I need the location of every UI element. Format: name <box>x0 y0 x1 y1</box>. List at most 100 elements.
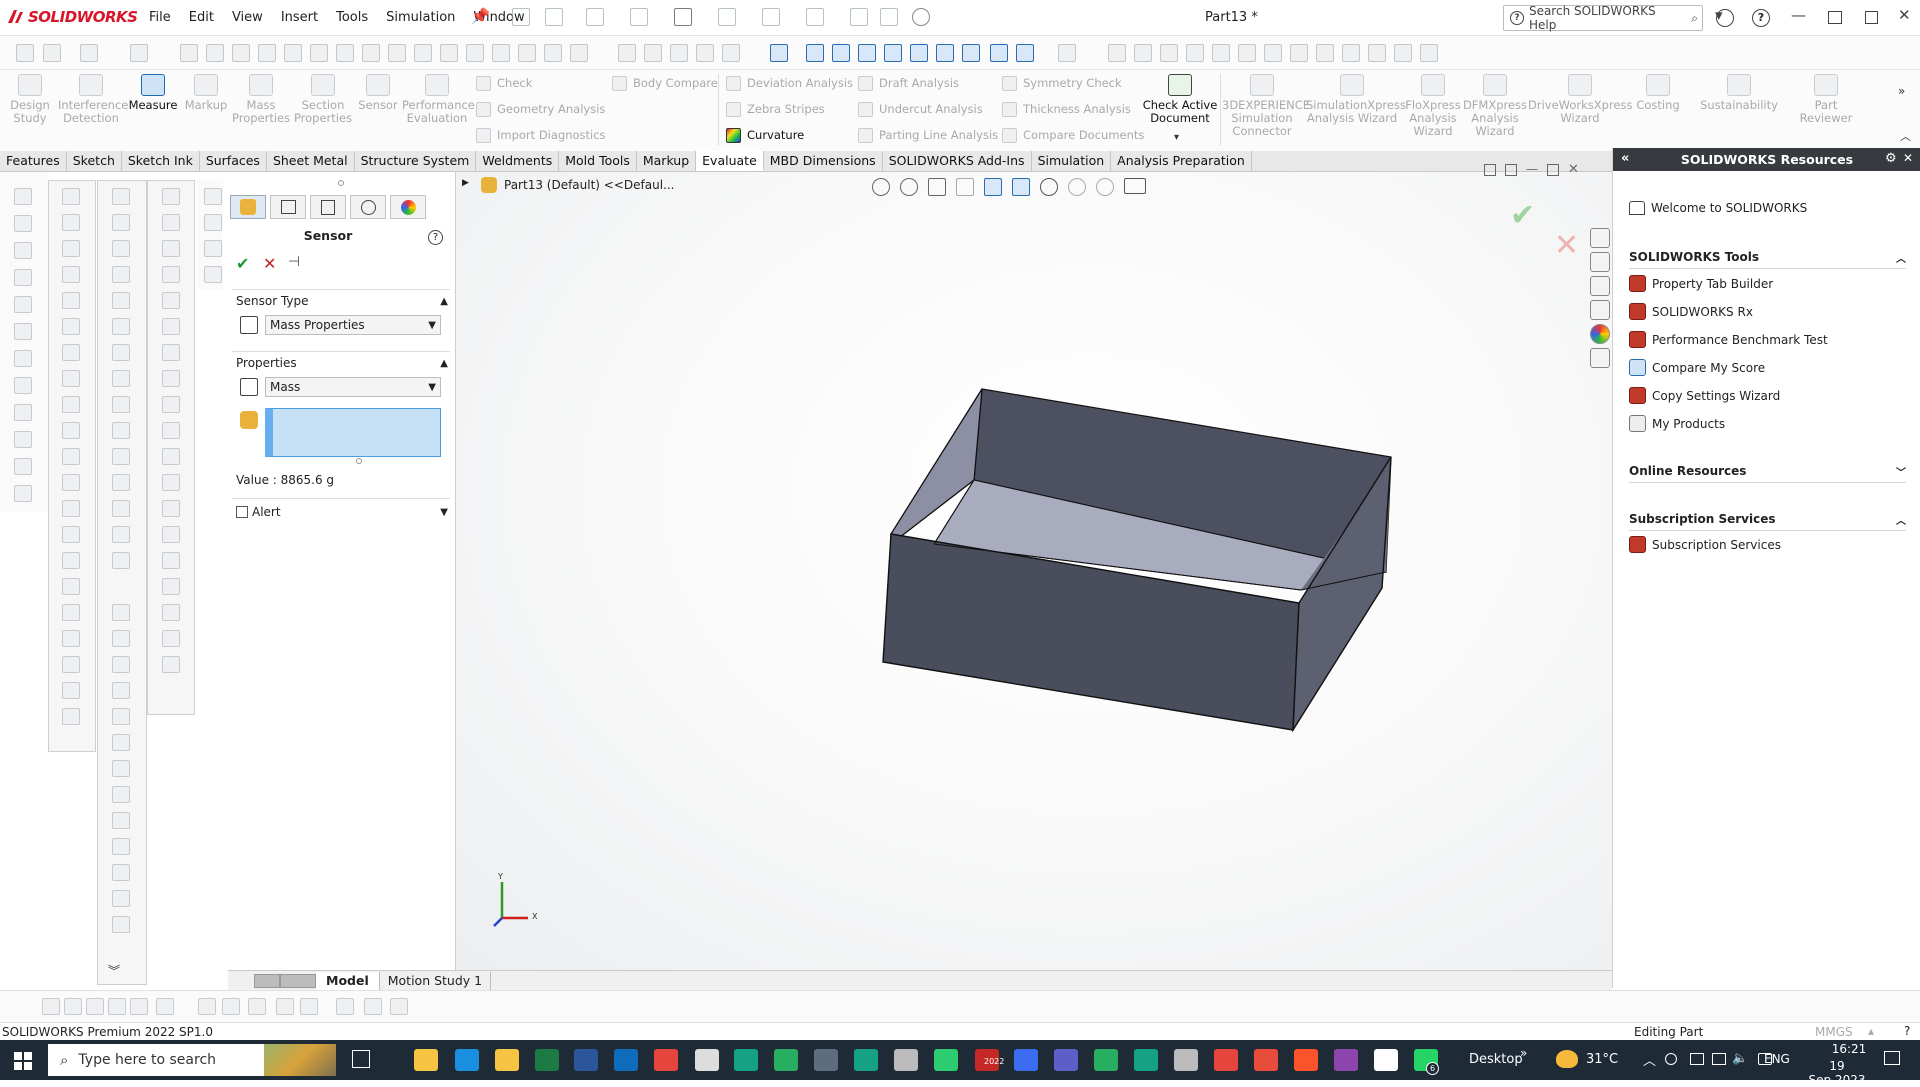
app-icon[interactable] <box>934 1049 958 1071</box>
clock-time[interactable]: 16:21 <box>1818 1042 1880 1056</box>
sustainability-button[interactable]: Sustainability <box>1698 74 1780 112</box>
autocad-icon[interactable] <box>734 1049 758 1071</box>
view-top-icon[interactable] <box>910 44 928 62</box>
section-properties-button[interactable]: Section Properties <box>292 74 354 125</box>
tool-icon[interactable] <box>112 292 130 309</box>
restore-panels-icon[interactable] <box>1828 11 1842 24</box>
solidworks-logo[interactable]: SOLIDWORKS <box>6 8 138 26</box>
help-circle-icon[interactable]: ? <box>1752 9 1770 27</box>
view-left-icon[interactable] <box>858 44 876 62</box>
teams-icon[interactable] <box>1054 1049 1078 1071</box>
toolbar-icon[interactable] <box>1160 44 1178 62</box>
help-search-box[interactable]: ? Search SOLIDWORKS Help ⌕ <box>1503 4 1703 32</box>
menu-view[interactable]: View <box>223 10 272 25</box>
tool-icon[interactable] <box>162 240 180 257</box>
tool-icon[interactable] <box>14 431 32 448</box>
toolbar-icon[interactable] <box>1342 44 1360 62</box>
tool-icon[interactable] <box>62 396 80 413</box>
tool-icon[interactable] <box>62 370 80 387</box>
normal-to-icon[interactable] <box>770 44 788 62</box>
toolbar-icon[interactable] <box>16 44 34 62</box>
tool-icon[interactable] <box>112 318 130 335</box>
tool-icon[interactable] <box>162 370 180 387</box>
view-right-icon[interactable] <box>884 44 902 62</box>
toolbar-icon[interactable] <box>336 44 354 62</box>
view-front-icon[interactable] <box>806 44 824 62</box>
excel-icon[interactable] <box>535 1049 559 1071</box>
symmetry-check-button[interactable]: Symmetry Check <box>1002 74 1122 92</box>
pdf-icon[interactable] <box>1254 1049 1278 1071</box>
toolbar-icon[interactable] <box>206 44 224 62</box>
sketch-tool-icon[interactable] <box>198 998 216 1015</box>
view-isometric-icon[interactable] <box>962 44 980 62</box>
toolbar-icon[interactable] <box>258 44 276 62</box>
menu-edit[interactable]: Edit <box>180 10 223 25</box>
tool-icon[interactable] <box>112 630 130 647</box>
weather-temperature[interactable]: 31°C <box>1586 1052 1618 1067</box>
chevron-down-icon[interactable]: ▾ <box>1174 132 1179 143</box>
tool-icon[interactable] <box>62 526 80 543</box>
tool-icon[interactable] <box>162 552 180 569</box>
tool-icon[interactable] <box>14 458 32 475</box>
app-icon[interactable] <box>1094 1049 1118 1071</box>
subscription-services-header[interactable]: Subscription Services ︿ <box>1629 512 1906 531</box>
chevron-up-icon[interactable]: ︿ <box>1900 128 1911 144</box>
graphics-area[interactable]: ▶ Part13 (Default) <<Defaul... — ✕ ✔ ✕ Y… <box>456 163 1612 970</box>
sensor-type-dropdown[interactable]: Mass Properties ▼ <box>265 315 441 335</box>
task-pane-custom-properties-icon[interactable] <box>1590 348 1610 368</box>
resource-item[interactable]: Performance Benchmark Test <box>1629 331 1828 348</box>
view-back-icon[interactable] <box>832 44 850 62</box>
resource-item[interactable]: My Products <box>1629 415 1725 432</box>
performance-evaluation-button[interactable]: Performance Evaluation <box>402 74 475 125</box>
tool-icon[interactable] <box>112 214 130 231</box>
task-pane-appearances-icon[interactable] <box>1590 324 1610 344</box>
ok-checkmark-icon[interactable]: ✔ <box>236 254 249 273</box>
tool-icon[interactable] <box>112 526 130 543</box>
parting-line-analysis-button[interactable]: Parting Line Analysis <box>858 126 998 144</box>
tool-icon[interactable] <box>112 760 130 777</box>
chevron-double-down-icon[interactable]: ︾ <box>108 962 120 979</box>
toolbar-icon[interactable] <box>618 44 636 62</box>
toolbar-icon[interactable] <box>1108 44 1126 62</box>
tool-icon[interactable] <box>162 214 180 231</box>
tool-icon[interactable] <box>162 188 180 205</box>
markup-button[interactable]: Markup <box>182 74 230 112</box>
desktop-toolbar-label[interactable]: Desktop <box>1469 1052 1523 1067</box>
tool-icon[interactable] <box>62 474 80 491</box>
close-icon[interactable]: ✕ <box>1898 6 1911 24</box>
tool-icon[interactable] <box>112 916 130 933</box>
help-search-input[interactable]: Search SOLIDWORKS Help <box>1529 4 1686 32</box>
mass-properties-button[interactable]: Mass Properties <box>232 74 290 125</box>
tool-icon[interactable] <box>14 215 32 232</box>
tab-mbd-dimensions[interactable]: MBD Dimensions <box>764 151 883 171</box>
compare-documents-button[interactable]: Compare Documents <box>1002 126 1144 144</box>
chevron-up-icon[interactable]: ▴ <box>1868 1024 1874 1038</box>
tool-icon[interactable] <box>112 812 130 829</box>
chevron-right-icon[interactable]: » <box>1520 1046 1527 1060</box>
toolbar-icon[interactable] <box>232 44 250 62</box>
tool-icon[interactable] <box>112 786 130 803</box>
tool-icon[interactable] <box>62 240 80 257</box>
tool-icon[interactable] <box>14 242 32 259</box>
chrome-icon[interactable] <box>1214 1049 1238 1071</box>
tool-icon[interactable] <box>14 296 32 313</box>
tool-icon[interactable] <box>112 604 130 621</box>
body-compare-button[interactable]: Body Compare <box>612 74 718 92</box>
tool-icon[interactable] <box>204 266 222 283</box>
driveworksxpress-button[interactable]: DriveWorksXpress Wizard <box>1528 74 1632 125</box>
tool-icon[interactable] <box>62 682 80 699</box>
clock-date[interactable]: 19 Sep,2023 <box>1800 1059 1874 1087</box>
tool-icon[interactable] <box>14 269 32 286</box>
save-icon[interactable] <box>630 8 648 26</box>
sketch-tool-icon[interactable] <box>276 998 294 1015</box>
tool-icon[interactable] <box>62 448 80 465</box>
tool-icon[interactable] <box>112 682 130 699</box>
toolbar-icon[interactable] <box>80 44 98 62</box>
toolbar-icon[interactable] <box>518 44 536 62</box>
chevron-double-left-icon[interactable]: « <box>1621 151 1629 166</box>
properties-section-header[interactable]: Properties ▲ <box>236 356 448 370</box>
tool-icon[interactable] <box>162 500 180 517</box>
tool-icon[interactable] <box>204 240 222 257</box>
tool-icon[interactable] <box>204 214 222 231</box>
battery-icon[interactable] <box>1712 1053 1726 1065</box>
